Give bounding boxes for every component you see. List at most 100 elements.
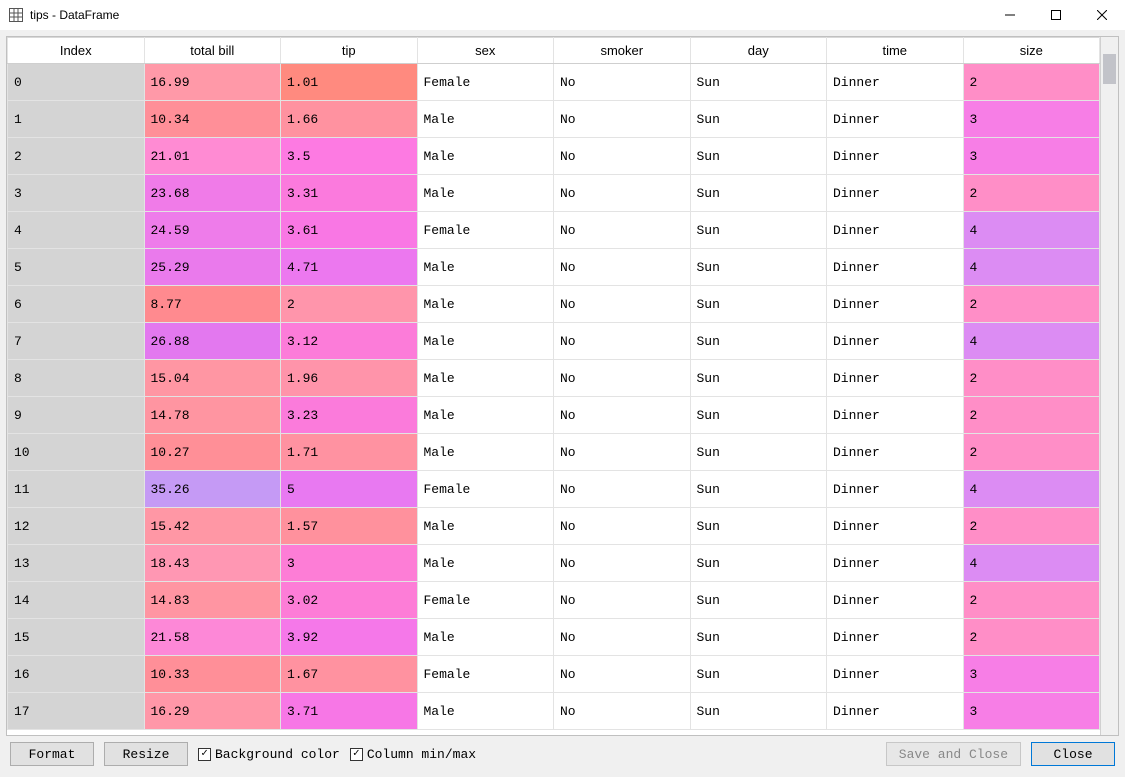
cell-sex[interactable]: Male [417, 508, 554, 545]
close-button[interactable]: Close [1031, 742, 1115, 766]
cell-tip[interactable]: 3.5 [281, 138, 418, 175]
resize-button[interactable]: Resize [104, 742, 188, 766]
cell-smoker[interactable]: No [554, 212, 691, 249]
col-header-index[interactable]: Index [8, 38, 145, 64]
cell-smoker[interactable]: No [554, 656, 691, 693]
table-row[interactable]: 1610.331.67FemaleNoSunDinner3 [8, 656, 1100, 693]
close-window-button[interactable] [1079, 0, 1125, 30]
table-row[interactable]: 726.883.12MaleNoSunDinner4 [8, 323, 1100, 360]
cell-sex[interactable]: Male [417, 619, 554, 656]
cell-index[interactable]: 9 [8, 397, 145, 434]
cell-index[interactable]: 12 [8, 508, 145, 545]
cell-day[interactable]: Sun [690, 286, 827, 323]
cell-tip[interactable]: 1.01 [281, 64, 418, 101]
cell-tip[interactable]: 1.67 [281, 656, 418, 693]
cell-smoker[interactable]: No [554, 619, 691, 656]
cell-time[interactable]: Dinner [827, 693, 964, 730]
cell-total-bill[interactable]: 21.01 [144, 138, 281, 175]
cell-sex[interactable]: Male [417, 138, 554, 175]
table-row[interactable]: 1215.421.57MaleNoSunDinner2 [8, 508, 1100, 545]
cell-time[interactable]: Dinner [827, 64, 964, 101]
cell-day[interactable]: Sun [690, 64, 827, 101]
cell-index[interactable]: 13 [8, 545, 145, 582]
cell-index[interactable]: 16 [8, 656, 145, 693]
cell-index[interactable]: 8 [8, 360, 145, 397]
cell-index[interactable]: 5 [8, 249, 145, 286]
cell-sex[interactable]: Male [417, 545, 554, 582]
cell-day[interactable]: Sun [690, 545, 827, 582]
cell-time[interactable]: Dinner [827, 175, 964, 212]
cell-smoker[interactable]: No [554, 545, 691, 582]
cell-tip[interactable]: 1.57 [281, 508, 418, 545]
cell-smoker[interactable]: No [554, 138, 691, 175]
table-scroll-area[interactable]: Index total bill tip sex smoker day time… [7, 37, 1101, 735]
cell-sex[interactable]: Female [417, 471, 554, 508]
cell-smoker[interactable]: No [554, 471, 691, 508]
table-row[interactable]: 323.683.31MaleNoSunDinner2 [8, 175, 1100, 212]
cell-size[interactable]: 2 [963, 64, 1100, 101]
cell-smoker[interactable]: No [554, 175, 691, 212]
cell-total-bill[interactable]: 26.88 [144, 323, 281, 360]
cell-time[interactable]: Dinner [827, 582, 964, 619]
table-row[interactable]: 1318.433MaleNoSunDinner4 [8, 545, 1100, 582]
col-header-smoker[interactable]: smoker [554, 38, 691, 64]
cell-time[interactable]: Dinner [827, 138, 964, 175]
cell-smoker[interactable]: No [554, 360, 691, 397]
cell-total-bill[interactable]: 14.78 [144, 397, 281, 434]
cell-day[interactable]: Sun [690, 619, 827, 656]
table-row[interactable]: 110.341.66MaleNoSunDinner3 [8, 101, 1100, 138]
cell-tip[interactable]: 3.31 [281, 175, 418, 212]
cell-index[interactable]: 2 [8, 138, 145, 175]
table-row[interactable]: 914.783.23MaleNoSunDinner2 [8, 397, 1100, 434]
cell-day[interactable]: Sun [690, 249, 827, 286]
cell-size[interactable]: 4 [963, 249, 1100, 286]
cell-sex[interactable]: Female [417, 656, 554, 693]
cell-smoker[interactable]: No [554, 397, 691, 434]
cell-tip[interactable]: 3 [281, 545, 418, 582]
cell-tip[interactable]: 1.96 [281, 360, 418, 397]
cell-time[interactable]: Dinner [827, 656, 964, 693]
cell-sex[interactable]: Male [417, 397, 554, 434]
cell-sex[interactable]: Male [417, 693, 554, 730]
cell-tip[interactable]: 3.61 [281, 212, 418, 249]
cell-sex[interactable]: Female [417, 64, 554, 101]
cell-tip[interactable]: 1.71 [281, 434, 418, 471]
cell-time[interactable]: Dinner [827, 434, 964, 471]
cell-index[interactable]: 11 [8, 471, 145, 508]
cell-total-bill[interactable]: 10.33 [144, 656, 281, 693]
cell-index[interactable]: 0 [8, 64, 145, 101]
cell-tip[interactable]: 3.92 [281, 619, 418, 656]
cell-sex[interactable]: Male [417, 249, 554, 286]
cell-size[interactable]: 2 [963, 360, 1100, 397]
col-header-total-bill[interactable]: total bill [144, 38, 281, 64]
minimize-button[interactable] [987, 0, 1033, 30]
cell-total-bill[interactable]: 23.68 [144, 175, 281, 212]
cell-size[interactable]: 4 [963, 545, 1100, 582]
cell-sex[interactable]: Male [417, 101, 554, 138]
cell-time[interactable]: Dinner [827, 249, 964, 286]
table-row[interactable]: 1135.265FemaleNoSunDinner4 [8, 471, 1100, 508]
cell-total-bill[interactable]: 15.04 [144, 360, 281, 397]
cell-day[interactable]: Sun [690, 138, 827, 175]
table-row[interactable]: 1010.271.71MaleNoSunDinner2 [8, 434, 1100, 471]
table-row[interactable]: 1716.293.71MaleNoSunDinner3 [8, 693, 1100, 730]
cell-index[interactable]: 14 [8, 582, 145, 619]
table-row[interactable]: 525.294.71MaleNoSunDinner4 [8, 249, 1100, 286]
cell-day[interactable]: Sun [690, 212, 827, 249]
col-header-day[interactable]: day [690, 38, 827, 64]
cell-day[interactable]: Sun [690, 508, 827, 545]
cell-day[interactable]: Sun [690, 582, 827, 619]
cell-total-bill[interactable]: 18.43 [144, 545, 281, 582]
cell-total-bill[interactable]: 10.27 [144, 434, 281, 471]
cell-tip[interactable]: 3.71 [281, 693, 418, 730]
cell-day[interactable]: Sun [690, 397, 827, 434]
cell-index[interactable]: 15 [8, 619, 145, 656]
cell-total-bill[interactable]: 16.99 [144, 64, 281, 101]
cell-index[interactable]: 4 [8, 212, 145, 249]
cell-tip[interactable]: 5 [281, 471, 418, 508]
cell-size[interactable]: 2 [963, 286, 1100, 323]
vertical-scrollbar[interactable] [1101, 37, 1118, 735]
cell-time[interactable]: Dinner [827, 545, 964, 582]
format-button[interactable]: Format [10, 742, 94, 766]
cell-time[interactable]: Dinner [827, 471, 964, 508]
